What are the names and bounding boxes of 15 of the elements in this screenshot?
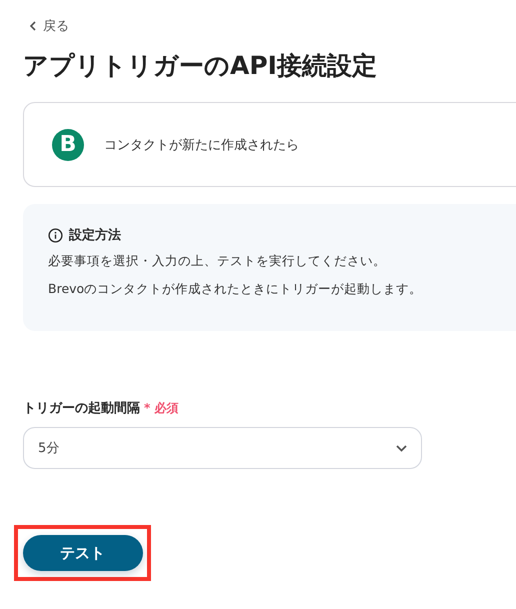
back-link[interactable]: 戻る	[29, 17, 69, 35]
info-text: 必要事項を選択・入力の上、テストを実行してください。	[48, 253, 387, 270]
app-logo: B	[52, 128, 84, 160]
chevron-left-icon	[29, 21, 37, 31]
info-icon	[48, 228, 63, 242]
chevron-down-icon	[396, 444, 407, 452]
field-label: トリガーの起動間隔	[23, 400, 140, 417]
page-title: アプリトリガーのAPI接続設定	[23, 50, 378, 82]
info-heading: 設定方法	[69, 226, 121, 244]
required-mark: *	[144, 401, 150, 415]
required-label: 必須	[154, 400, 178, 417]
info-text: Brevoのコンタクトが作成されたときにトリガーが起動します。	[48, 281, 424, 298]
trigger-event: コンタクトが新たに作成されたら	[104, 136, 299, 154]
interval-select[interactable]: 5分	[23, 427, 422, 469]
test-button[interactable]: テスト	[22, 535, 142, 571]
